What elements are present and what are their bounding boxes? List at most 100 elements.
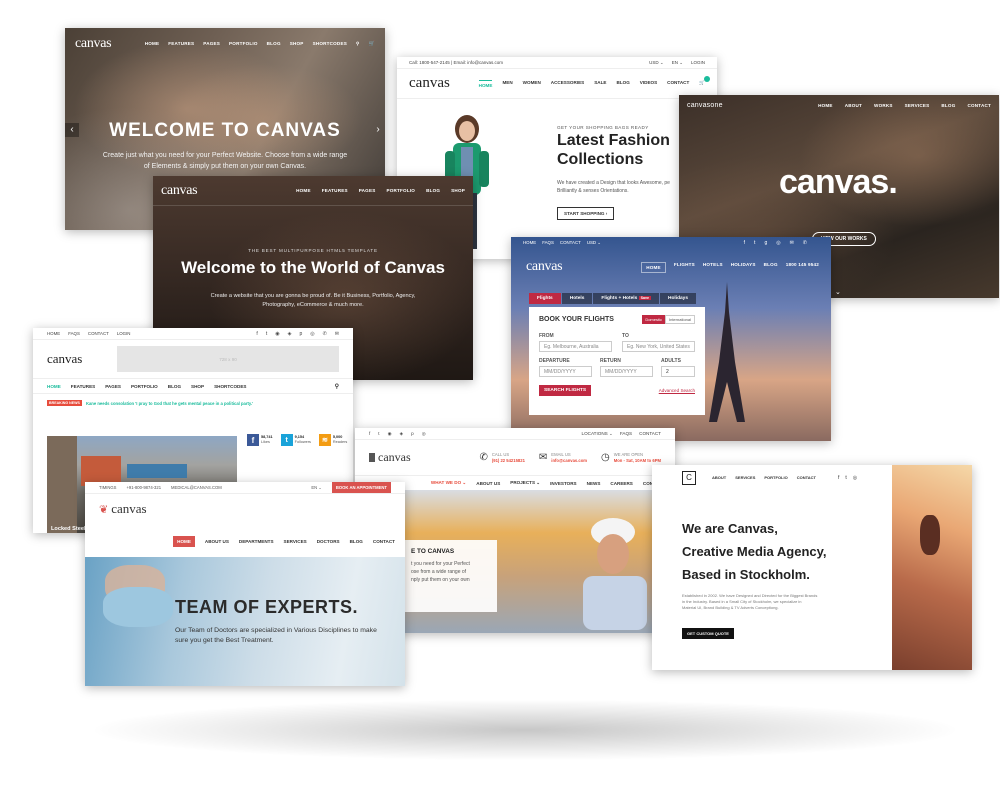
logo[interactable]: canvas <box>47 351 82 367</box>
advanced-search-link[interactable]: Advanced Search <box>659 388 695 393</box>
instagram-icon[interactable]: ◎ <box>310 331 314 337</box>
menu-item[interactable]: SALE <box>594 80 606 88</box>
slider-prev-button[interactable]: ‹ <box>65 123 79 137</box>
menu-item[interactable]: BLOG <box>617 80 630 88</box>
menu-item[interactable]: SHOP <box>191 384 204 389</box>
menu-item[interactable]: BLOG <box>168 384 181 389</box>
twitter-icon[interactable]: t <box>754 240 755 246</box>
menu-item[interactable]: BLOG <box>350 539 363 544</box>
menu-item[interactable]: PORTFOLIO <box>229 41 258 47</box>
menu-item[interactable]: PROJECTS ⌄ <box>510 480 540 486</box>
logo[interactable]: canvas <box>161 183 198 199</box>
twitter-icon[interactable]: t <box>845 475 846 481</box>
phone-icon[interactable]: ✆ <box>803 240 807 246</box>
twitter-icon[interactable]: t <box>280 434 293 446</box>
top-link[interactable]: CONTACT <box>639 431 661 437</box>
menu-item[interactable]: HOME <box>478 79 493 88</box>
instagram-icon[interactable]: ◎ <box>422 431 426 437</box>
login-link[interactable]: LOGIN <box>691 60 705 65</box>
menu-item[interactable]: BLOG <box>764 262 778 273</box>
adults-input[interactable]: 2 <box>661 366 695 377</box>
start-shopping-button[interactable]: START SHOPPING › <box>557 207 615 220</box>
cart-icon[interactable]: 🛒 <box>699 75 710 88</box>
menu-item[interactable]: CONTACT <box>967 103 991 108</box>
language-select[interactable]: EN ⌄ <box>311 485 322 490</box>
top-link[interactable]: CONTACT <box>88 331 109 336</box>
menu-item[interactable]: SERVICES <box>735 475 755 480</box>
menu-item[interactable]: HOTELS <box>703 262 723 273</box>
logo[interactable]: C <box>682 471 696 485</box>
menu-item[interactable]: INVESTORS <box>550 481 576 486</box>
language-select[interactable]: EN ⌄ <box>672 60 683 66</box>
menu-item[interactable]: PORTFOLIO <box>386 188 415 193</box>
logo[interactable]: canvasone <box>687 102 723 109</box>
google-icon[interactable]: g <box>764 240 767 246</box>
top-link[interactable]: HOME <box>523 240 536 246</box>
menu-item[interactable]: PAGES <box>359 188 376 193</box>
custom-quote-button[interactable]: GET CUSTOM QUOTE <box>682 628 734 639</box>
book-appointment-button[interactable]: BOOK AN APPOINTMENT <box>331 482 391 493</box>
menu-item[interactable]: SERVICES <box>284 539 307 544</box>
tab-holidays[interactable]: Holidays <box>660 293 697 304</box>
call-value[interactable]: (91) 22 54215821 <box>492 458 525 464</box>
logo[interactable]: canvas <box>369 450 411 465</box>
menu-item[interactable]: DEPARTMENTS <box>239 539 274 544</box>
menu-item[interactable]: FEATURES <box>322 188 348 193</box>
menu-item[interactable]: DOCTORS <box>317 539 340 544</box>
top-link[interactable]: USD ⌄ <box>587 240 601 246</box>
slider-next-button[interactable]: › <box>371 123 385 137</box>
dribbble-icon[interactable]: ◉ <box>275 331 279 337</box>
logo[interactable]: ❦ canvas <box>99 501 147 517</box>
menu-item[interactable]: SERVICES <box>905 103 930 108</box>
menu-item[interactable]: WORKS <box>874 103 893 108</box>
menu-item[interactable]: ABOUT US <box>476 481 500 486</box>
logo[interactable]: canvas <box>75 36 112 52</box>
menu-item[interactable]: PORTFOLIO <box>764 475 787 480</box>
menu-item[interactable]: HOLIDAYS <box>731 262 756 273</box>
email-value[interactable]: info@canvas.com <box>551 458 587 464</box>
menu-item[interactable]: BLOG <box>941 103 955 108</box>
tab-hotels[interactable]: Hotels <box>561 293 593 304</box>
top-link[interactable]: LOCATIONS ⌄ <box>582 431 613 437</box>
menu-item[interactable]: WHAT WE DO ⌄ <box>431 480 466 486</box>
menu-item[interactable]: PAGES <box>203 41 220 47</box>
ad-banner[interactable]: 728 x 90 <box>117 346 339 372</box>
menu-item[interactable]: HOME <box>173 536 195 547</box>
menu-item[interactable]: SHORTCODES <box>313 41 347 47</box>
menu-item[interactable]: NEWS <box>587 481 601 486</box>
facebook-icon[interactable]: f <box>247 434 259 446</box>
top-link[interactable]: CONTACT <box>560 240 581 246</box>
from-input[interactable]: Eg. Melbourne, Australia <box>539 341 612 352</box>
logo[interactable]: canvas <box>409 75 450 92</box>
menu-item[interactable]: SHOP <box>290 41 304 47</box>
card-flights[interactable]: HOME FAQS CONTACT USD ⌄ f t g ◎ ✉ ✆ canv… <box>511 237 831 441</box>
email-icon[interactable]: ✉ <box>790 240 794 246</box>
menu-item[interactable]: CONTACT <box>373 539 395 544</box>
phone-link[interactable]: +91-800-9874-321 <box>126 485 161 490</box>
github-icon[interactable]: ◈ <box>288 331 292 337</box>
menu-item[interactable]: FLIGHTS <box>674 262 695 273</box>
menu-item[interactable]: ACCESSORIES <box>551 80 584 88</box>
menu-item[interactable]: CAREERS <box>610 481 632 486</box>
tab-flights-hotels[interactable]: Flights + Hotels Save <box>593 293 660 304</box>
to-input[interactable]: Eg. New York, United States <box>622 341 695 352</box>
menu-item[interactable]: BLOG <box>426 188 440 193</box>
top-link[interactable]: LOGIN <box>117 331 131 336</box>
phone-icon[interactable]: ✆ <box>323 331 327 337</box>
menu-item[interactable]: HOME <box>145 41 160 47</box>
domestic-toggle[interactable]: Domestic <box>642 315 665 324</box>
menu-item[interactable]: SHOP <box>451 188 465 193</box>
top-link[interactable]: FAQS <box>620 431 632 437</box>
menu-item[interactable]: PAGES <box>105 384 121 389</box>
email-link[interactable]: MEDICAL@CANVAS.COM <box>171 485 222 490</box>
rss-icon[interactable]: ≋ <box>318 434 331 446</box>
return-input[interactable]: MM/DD/YYYY <box>600 366 653 377</box>
scroll-down-icon[interactable]: ⌄ <box>835 288 841 296</box>
cart-icon[interactable]: 🛒 <box>369 41 375 47</box>
menu-item[interactable]: PORTFOLIO <box>131 384 158 389</box>
top-link[interactable]: FAQS <box>542 240 554 246</box>
pinterest-icon[interactable]: p <box>411 431 414 437</box>
card-agency[interactable]: C ABOUT SERVICES PORTFOLIO CONTACT f t ◎… <box>652 465 972 670</box>
email-icon[interactable]: ✉ <box>335 331 339 337</box>
tab-flights[interactable]: Flights <box>529 293 561 304</box>
